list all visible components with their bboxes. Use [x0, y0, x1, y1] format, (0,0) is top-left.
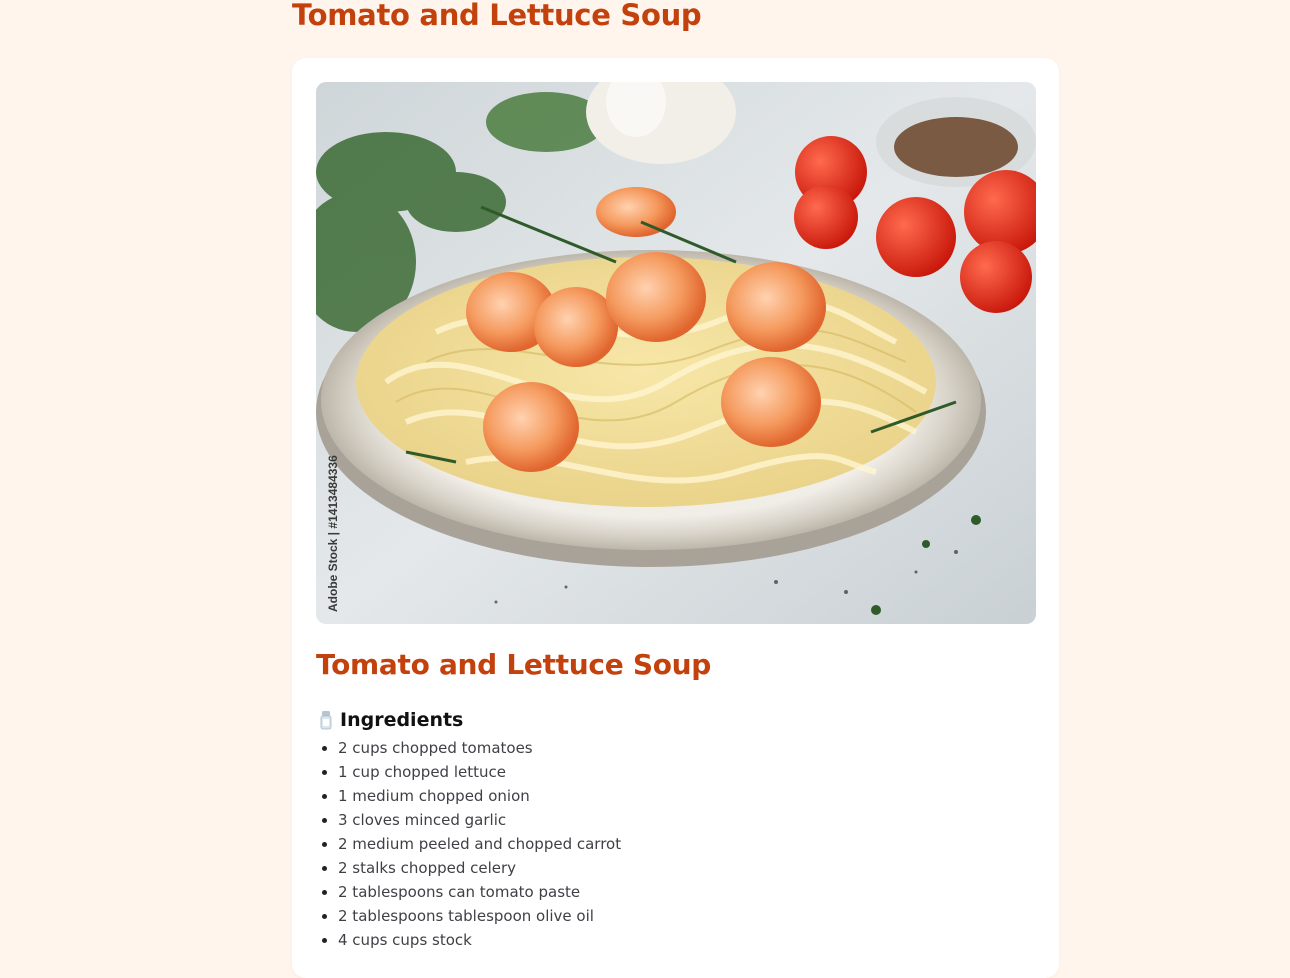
ingredients-heading-label: Ingredients [340, 709, 464, 731]
image-watermark: Adobe Stock | #1413484336 [326, 455, 340, 612]
ingredient-item: 4 cups cups stock [338, 928, 621, 952]
recipe-card: Adobe Stock | #1413484336 Tomato and Let… [292, 58, 1059, 978]
recipe-title: Tomato and Lettuce Soup [316, 648, 712, 681]
ingredients-list: 2 cups chopped tomatoes 1 cup chopped le… [316, 736, 621, 952]
salt-shaker-icon [320, 710, 332, 730]
ingredient-item: 1 cup chopped lettuce [338, 760, 621, 784]
recipe-image: Adobe Stock | #1413484336 [316, 82, 1036, 624]
ingredients-heading: Ingredients [320, 709, 463, 731]
ingredient-item: 2 medium peeled and chopped carrot [338, 832, 621, 856]
ingredient-item: 2 stalks chopped celery [338, 856, 621, 880]
ingredient-item: 2 tablespoons can tomato paste [338, 880, 621, 904]
ingredient-item: 3 cloves minced garlic [338, 808, 621, 832]
ingredient-item: 2 cups chopped tomatoes [338, 736, 621, 760]
page-title: Tomato and Lettuce Soup [292, 0, 702, 32]
ingredient-item: 1 medium chopped onion [338, 784, 621, 808]
ingredient-item: 2 tablespoons tablespoon olive oil [338, 904, 621, 928]
